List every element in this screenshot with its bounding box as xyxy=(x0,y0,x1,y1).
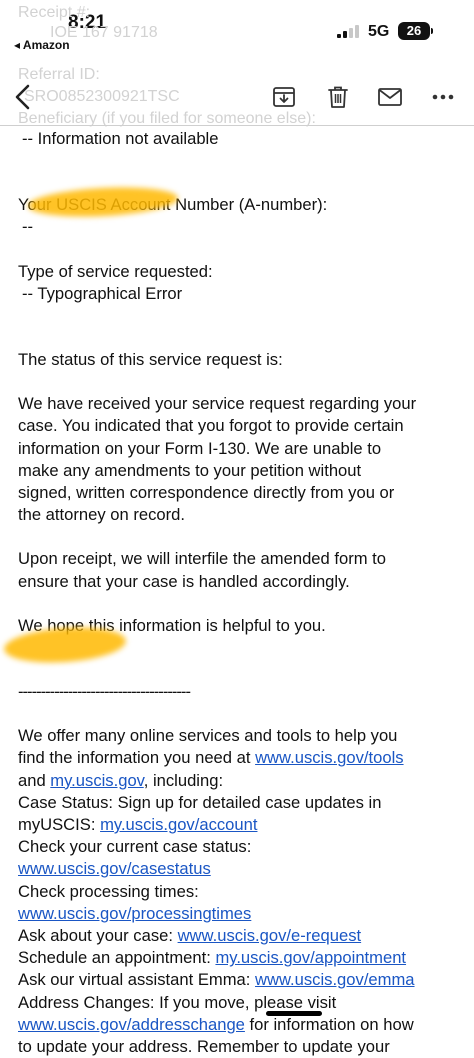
services-text: find the information you need at xyxy=(18,748,256,768)
link-casestatus[interactable]: www.uscis.gov/casestatus xyxy=(18,859,211,878)
services-line: www.uscis.gov/casestatus xyxy=(18,858,468,880)
mail-toolbar xyxy=(0,74,474,124)
ghost-receipt-value: IOE 167 91718 xyxy=(50,24,158,41)
paragraph-line: make any amendments to your petition wit… xyxy=(18,460,362,480)
services-line: We offer many online services and tools … xyxy=(18,726,398,746)
email-body: -- Information not available Your USCIS … xyxy=(18,128,468,1058)
chevron-left-icon xyxy=(15,84,30,110)
services-line: Ask our virtual assistant Emma: www.usci… xyxy=(18,969,468,991)
link-e-request[interactable]: www.uscis.gov/e-request xyxy=(178,926,362,945)
services-line: Check processing times: xyxy=(18,881,199,901)
more-button[interactable] xyxy=(428,82,458,112)
link-appointment[interactable]: my.uscis.gov/appointment xyxy=(215,948,406,967)
archive-download-icon xyxy=(273,87,295,107)
service-type-label: Type of service requested: xyxy=(18,261,213,281)
paragraph-line: ensure that your case is handled accordi… xyxy=(18,571,350,591)
paragraph-line: the attorney on record. xyxy=(18,505,185,525)
services-line: www.uscis.gov/addresschange for informat… xyxy=(18,1014,468,1036)
services-line: Address Changes: If you move, please vis… xyxy=(18,992,337,1012)
link-emma[interactable]: www.uscis.gov/emma xyxy=(255,970,415,989)
services-text: for information on how xyxy=(244,1014,414,1034)
link-my-uscis[interactable]: my.uscis.gov xyxy=(50,771,143,790)
account-number-value: -- xyxy=(22,217,34,237)
battery-tip xyxy=(431,28,433,34)
link-tools[interactable]: www.uscis.gov/tools xyxy=(255,748,403,767)
services-line: Ask about your case: www.uscis.gov/e-req… xyxy=(18,925,468,947)
back-button[interactable] xyxy=(8,82,38,112)
services-line: www.uscis.gov/processingtimes xyxy=(18,903,468,925)
paragraph-line: information on your Form I-130. We are u… xyxy=(18,438,382,458)
services-text: Ask about your case: xyxy=(18,926,178,946)
toolbar-divider xyxy=(0,125,474,126)
services-text: , including: xyxy=(143,770,224,790)
beneficiary-value: -- Information not available xyxy=(22,129,219,148)
mail-icon xyxy=(378,88,402,106)
battery-icon: 26 xyxy=(398,22,430,40)
paragraph-line: We have received your service request re… xyxy=(18,394,417,414)
services-text: Schedule an appointment: xyxy=(18,948,216,968)
ellipsis-icon xyxy=(432,94,454,100)
services-text: Ask our virtual assistant Emma: xyxy=(18,970,255,990)
status-intro: The status of this service request is: xyxy=(18,350,283,370)
services-line: and my.uscis.gov, including: xyxy=(18,770,468,792)
services-line: myUSCIS: my.uscis.gov/account xyxy=(18,814,468,836)
archive-button[interactable] xyxy=(269,82,299,112)
link-processingtimes[interactable]: www.uscis.gov/processingtimes xyxy=(18,904,251,923)
services-line: Case Status: Sign up for detailed case u… xyxy=(18,792,382,812)
services-line: to update your address. Remember to upda… xyxy=(18,1037,390,1057)
link-account[interactable]: my.uscis.gov/account xyxy=(100,815,257,834)
services-line: Schedule an appointment: my.uscis.gov/ap… xyxy=(18,947,468,969)
separator: -------------------------------------- xyxy=(18,682,191,702)
ghost-receipt-label: Receipt #: xyxy=(18,4,91,21)
paragraph-line: case. You indicated that you forgot to p… xyxy=(18,416,404,436)
services-text: myUSCIS: xyxy=(18,815,101,835)
services-line: find the information you need at www.usc… xyxy=(18,747,468,769)
signal-strength-icon xyxy=(337,24,361,38)
paragraph-line: signed, written correspondence directly … xyxy=(18,483,395,503)
link-addresschange[interactable]: www.uscis.gov/addresschange xyxy=(18,1015,245,1034)
trash-button[interactable] xyxy=(323,82,353,112)
services-line: Check your current case status: xyxy=(18,837,252,857)
scroll-indicator xyxy=(266,1011,322,1016)
paragraph-line: Upon receipt, we will interfile the amen… xyxy=(18,549,387,569)
services-text: and xyxy=(18,770,51,790)
network-type: 5G xyxy=(368,23,390,40)
reply-button[interactable] xyxy=(375,82,405,112)
service-type-value: -- Typographical Error xyxy=(22,283,183,303)
trash-icon xyxy=(328,86,348,108)
